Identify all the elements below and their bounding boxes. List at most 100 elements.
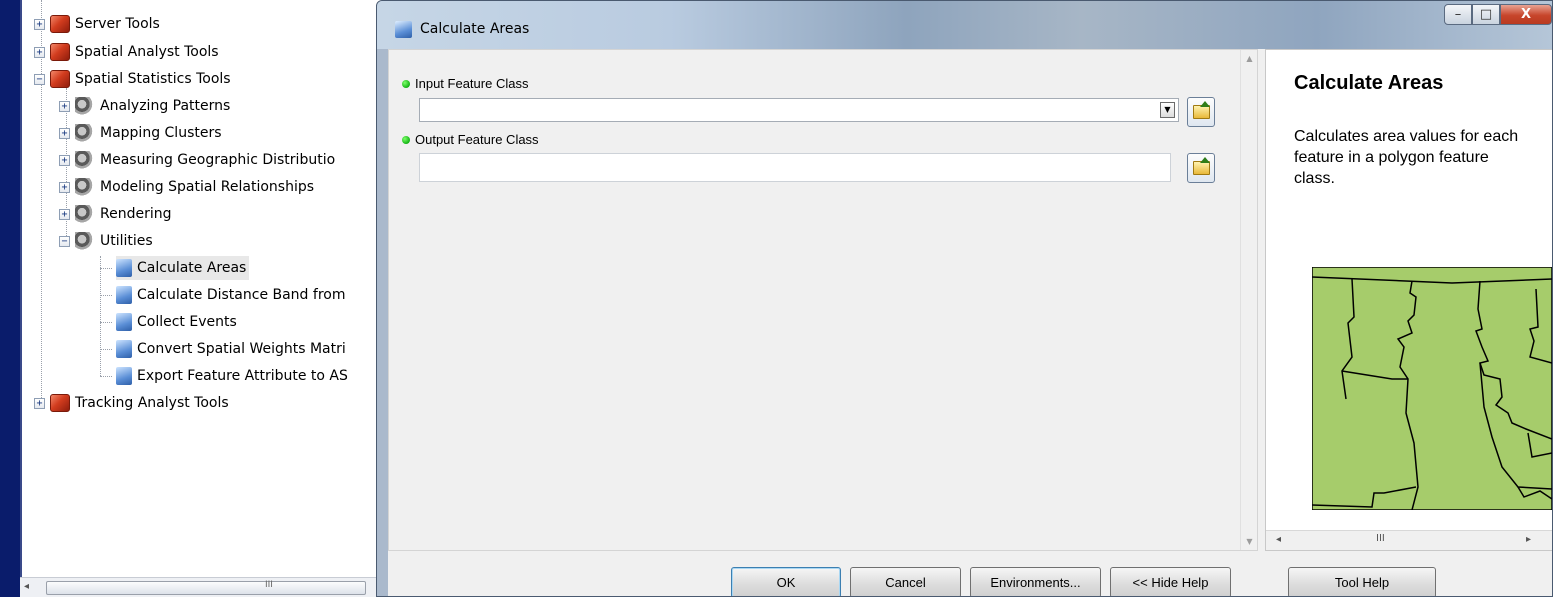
expand-icon[interactable]: + bbox=[34, 46, 45, 58]
tree-item-label: Spatial Analyst Tools bbox=[75, 44, 219, 60]
dropdown-arrow-icon[interactable]: ▼ bbox=[1160, 102, 1175, 118]
tree-item-label: Utilities bbox=[100, 233, 153, 249]
scroll-up-icon[interactable]: ▲ bbox=[1241, 50, 1258, 67]
input-browse-button[interactable] bbox=[1187, 97, 1215, 127]
tree-item-calculate-areas[interactable]: Calculate Areas bbox=[116, 256, 250, 280]
tree-item-label: Analyzing Patterns bbox=[100, 98, 231, 114]
scroll-grip-icon: III bbox=[265, 580, 273, 590]
scroll-down-icon[interactable]: ▼ bbox=[1241, 533, 1258, 550]
dialog-client-area: Input Feature Class ▼ Output Feature Cla… bbox=[388, 49, 1552, 596]
environments-button[interactable]: Environments... bbox=[970, 567, 1101, 596]
help-title: Calculate Areas bbox=[1294, 72, 1444, 94]
scrollbar-thumb[interactable]: III bbox=[46, 580, 366, 595]
toolset-icon bbox=[75, 232, 95, 250]
polygon-map-illustration bbox=[1312, 267, 1552, 510]
dialog-titlebar[interactable]: Calculate Areas – □ X bbox=[377, 1, 1552, 49]
scroll-left-icon[interactable]: ◂ bbox=[1276, 534, 1281, 545]
browse-folder-icon bbox=[1193, 105, 1210, 119]
tree-horizontal-scrollbar[interactable]: ◂ III bbox=[20, 577, 384, 597]
scroll-left-icon[interactable]: ◂ bbox=[24, 581, 29, 592]
tree-line bbox=[100, 349, 112, 350]
tree-item-mapping-clusters[interactable]: + Mapping Clusters bbox=[59, 121, 222, 145]
calculate-areas-dialog: Calculate Areas – □ X Input Feature Clas… bbox=[376, 0, 1553, 597]
tree-item-utilities[interactable]: − Utilities bbox=[59, 229, 153, 253]
cancel-button[interactable]: Cancel bbox=[850, 567, 961, 596]
script-tool-icon bbox=[116, 367, 132, 385]
tree-item-tracking-analyst-tools[interactable]: + Tracking Analyst Tools bbox=[34, 391, 229, 415]
browse-folder-icon bbox=[1193, 161, 1210, 175]
toolset-icon bbox=[75, 178, 95, 196]
tree-item-label: Convert Spatial Weights Matri bbox=[137, 341, 346, 357]
tree-item-spatial-statistics-tools[interactable]: − Spatial Statistics Tools bbox=[34, 67, 231, 91]
tree-item-label: Mapping Clusters bbox=[100, 125, 222, 141]
arrow-icon bbox=[1200, 101, 1210, 107]
maximize-button[interactable]: □ bbox=[1472, 4, 1500, 25]
expand-icon[interactable]: + bbox=[59, 181, 70, 193]
window-controls: – □ X bbox=[1444, 4, 1552, 25]
help-horizontal-scrollbar[interactable]: ◂ III ▸ bbox=[1266, 530, 1552, 550]
expand-icon[interactable]: + bbox=[59, 208, 70, 220]
expand-icon[interactable]: + bbox=[34, 18, 45, 30]
parameters-pane: Input Feature Class ▼ Output Feature Cla… bbox=[388, 49, 1258, 551]
tree-item-label: Rendering bbox=[100, 206, 172, 222]
expand-icon[interactable]: + bbox=[59, 154, 70, 166]
script-tool-icon bbox=[395, 21, 412, 38]
input-feature-class-label-text: Input Feature Class bbox=[415, 76, 529, 91]
tree-item-measuring-geographic-distributions[interactable]: + Measuring Geographic Distributio bbox=[59, 148, 335, 172]
tree-line bbox=[100, 322, 112, 323]
minimize-button[interactable]: – bbox=[1444, 4, 1472, 25]
script-tool-icon bbox=[116, 286, 132, 304]
tree-item-label: Calculate Distance Band from bbox=[137, 287, 346, 303]
output-feature-class-field[interactable] bbox=[419, 153, 1171, 182]
ok-button[interactable]: OK bbox=[731, 567, 841, 596]
expand-icon[interactable]: + bbox=[34, 397, 45, 409]
scroll-right-icon[interactable]: ▸ bbox=[1526, 534, 1531, 545]
tree-line bbox=[100, 256, 101, 376]
toolset-icon bbox=[75, 97, 95, 115]
required-indicator-icon bbox=[402, 135, 410, 144]
toolset-icon bbox=[75, 151, 95, 169]
tree-item-convert-spatial-weights[interactable]: Convert Spatial Weights Matri bbox=[116, 337, 346, 361]
tree-item-collect-events[interactable]: Collect Events bbox=[116, 310, 237, 334]
collapse-icon[interactable]: − bbox=[59, 235, 70, 247]
hide-help-button[interactable]: << Hide Help bbox=[1110, 567, 1231, 596]
tree-item-label: Tracking Analyst Tools bbox=[75, 395, 229, 411]
collapse-icon[interactable]: − bbox=[34, 73, 45, 85]
script-tool-icon bbox=[116, 259, 132, 277]
tree-line bbox=[100, 268, 112, 269]
tree-item-calculate-distance-band[interactable]: Calculate Distance Band from bbox=[116, 283, 345, 307]
tree-line bbox=[100, 295, 112, 296]
script-tool-icon bbox=[116, 313, 132, 331]
help-description: Calculates area values for each feature … bbox=[1294, 128, 1519, 187]
toolbox-icon bbox=[50, 394, 70, 412]
tree-item-spatial-analyst-tools[interactable]: + Spatial Analyst Tools bbox=[34, 40, 219, 64]
close-button[interactable]: X bbox=[1500, 4, 1552, 25]
output-feature-class-label-text: Output Feature Class bbox=[415, 132, 539, 147]
expand-icon[interactable]: + bbox=[59, 100, 70, 112]
arrow-icon bbox=[1200, 157, 1210, 163]
output-browse-button[interactable] bbox=[1187, 153, 1215, 183]
tree-line bbox=[100, 376, 112, 377]
tree-item-modeling-spatial-relationships[interactable]: + Modeling Spatial Relationships bbox=[59, 175, 314, 199]
toolbox-icon bbox=[50, 70, 70, 88]
tree-item-label: Measuring Geographic Distributio bbox=[100, 152, 336, 168]
input-feature-class-combo[interactable]: ▼ bbox=[419, 98, 1179, 122]
toolset-icon bbox=[75, 124, 95, 142]
output-feature-class-label: Output Feature Class bbox=[402, 132, 539, 147]
toolset-icon bbox=[75, 205, 95, 223]
parameters-vertical-scrollbar[interactable]: ▲ ▼ bbox=[1240, 50, 1257, 550]
tool-help-button[interactable]: Tool Help bbox=[1288, 567, 1436, 596]
tree-item-export-feature-attribute[interactable]: Export Feature Attribute to AS bbox=[116, 364, 348, 388]
tree-item-server-tools[interactable]: + Server Tools bbox=[34, 12, 160, 36]
required-indicator-icon bbox=[402, 79, 410, 88]
help-pane: Calculate Areas Calculates area values f… bbox=[1265, 49, 1552, 551]
tree-item-analyzing-patterns[interactable]: + Analyzing Patterns bbox=[59, 94, 230, 118]
catalog-tree: + Server Tools + Spatial Analyst Tools −… bbox=[20, 0, 384, 597]
toolbox-icon bbox=[50, 15, 70, 33]
toolbox-icon bbox=[50, 43, 70, 61]
tree-item-label: Spatial Statistics Tools bbox=[75, 71, 231, 87]
script-tool-icon bbox=[116, 340, 132, 358]
expand-icon[interactable]: + bbox=[59, 127, 70, 139]
scroll-grip-icon: III bbox=[1376, 533, 1385, 544]
tree-item-rendering[interactable]: + Rendering bbox=[59, 202, 172, 226]
